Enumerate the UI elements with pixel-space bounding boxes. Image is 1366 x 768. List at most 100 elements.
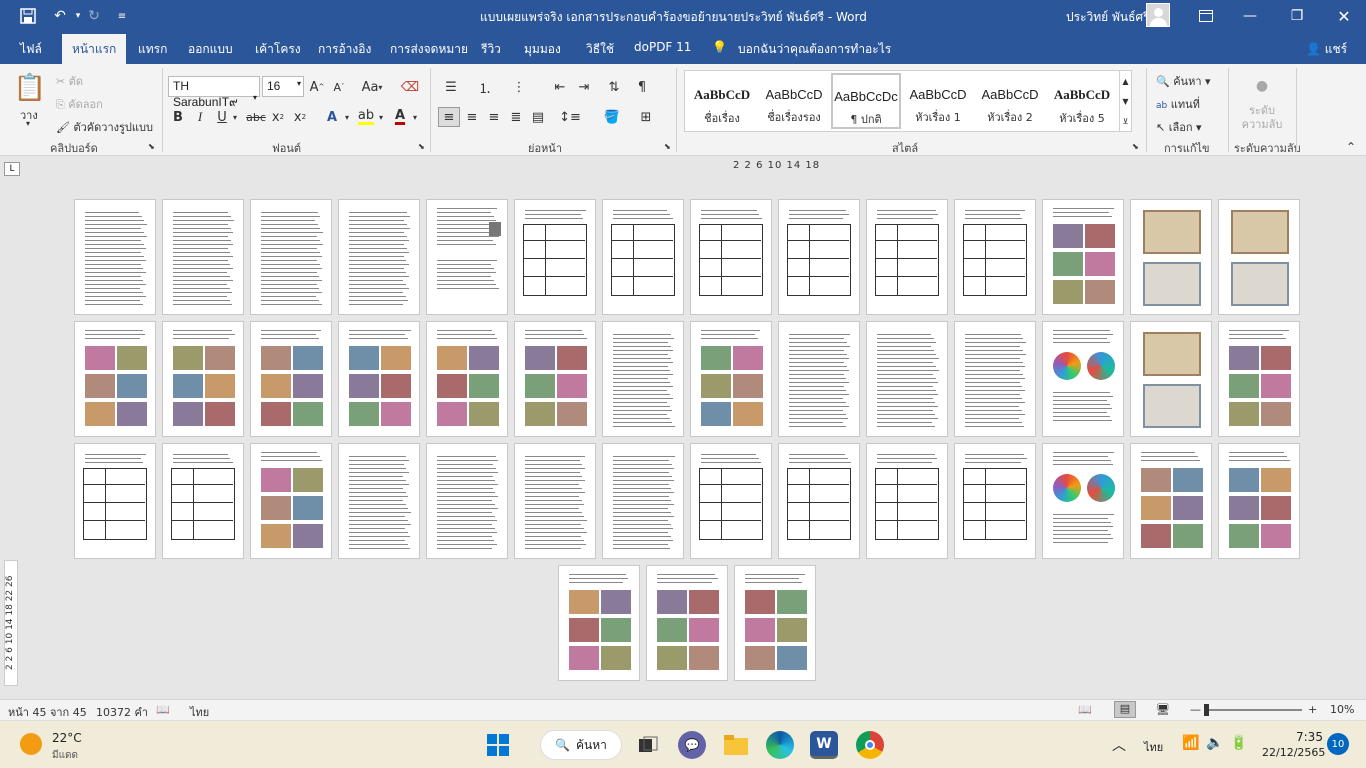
weather-sun-icon[interactable] xyxy=(20,733,42,755)
underline-dropdown-icon[interactable]: ▾ xyxy=(230,108,240,126)
page-thumbnail[interactable] xyxy=(954,199,1036,315)
page-thumbnail[interactable] xyxy=(250,321,332,437)
align-center-icon[interactable]: ≡ xyxy=(462,108,482,126)
page-thumbnail[interactable] xyxy=(162,321,244,437)
page-thumbnail[interactable] xyxy=(690,443,772,559)
paragraph-launcher-icon[interactable]: ⬊ xyxy=(664,142,671,151)
styles-scroll-down-icon[interactable]: ▼ xyxy=(1119,91,1131,111)
sensitivity-button[interactable]: ระดับความลับ xyxy=(1237,104,1287,132)
edge-icon[interactable] xyxy=(766,731,794,759)
superscript-button[interactable]: x2 xyxy=(292,108,308,126)
page-thumbnail[interactable] xyxy=(74,199,156,315)
text-effects-icon[interactable]: A xyxy=(322,108,342,126)
align-right-icon[interactable]: ≡ xyxy=(484,108,504,126)
tab-review[interactable]: รีวิว xyxy=(481,40,501,59)
tab-home[interactable]: หน้าแรก xyxy=(62,34,127,64)
page-thumbnail[interactable] xyxy=(1042,199,1124,315)
justify-icon[interactable]: ≣ xyxy=(506,108,526,126)
line-spacing-icon[interactable]: ↕≡ xyxy=(558,108,582,126)
page-thumbnail[interactable] xyxy=(646,565,728,681)
word-app-icon[interactable]: W xyxy=(810,731,838,759)
chrome-icon[interactable] xyxy=(856,731,884,759)
customize-qat-icon[interactable]: ≡ xyxy=(112,6,132,26)
shading-icon[interactable]: 🪣 xyxy=(600,108,624,126)
vertical-ruler[interactable]: 2 2 6 10 14 18 22 26 xyxy=(4,560,18,686)
style-heading-2[interactable]: AaBbCcD หัวเรื่อง 2 xyxy=(975,73,1045,129)
sort-icon[interactable]: ⇅ xyxy=(604,78,624,96)
paste-dropdown-icon[interactable]: ▾ xyxy=(26,119,30,128)
page-thumbnail[interactable] xyxy=(426,321,508,437)
clock-date[interactable]: 22/12/2565 xyxy=(1262,746,1325,759)
language-indicator[interactable]: ไทย xyxy=(190,703,209,721)
notification-badge[interactable]: 10 xyxy=(1327,733,1349,755)
clear-formatting-icon[interactable]: ⌫ xyxy=(400,78,420,96)
style-title[interactable]: AaBbCcD ชื่อเรื่อง xyxy=(687,73,757,129)
font-size-box[interactable]: 16 ▾ xyxy=(262,76,304,97)
subscript-button[interactable]: x2 xyxy=(270,108,286,126)
input-language[interactable]: ไทย xyxy=(1144,738,1163,756)
start-windows-icon[interactable] xyxy=(484,731,512,759)
font-size-dropdown-icon[interactable]: ▾ xyxy=(297,79,301,88)
styles-scroll-up-icon[interactable]: ▲ xyxy=(1119,71,1131,91)
style-heading-1[interactable]: AaBbCcD หัวเรื่อง 1 xyxy=(903,73,973,129)
tab-references[interactable]: การอ้างอิง xyxy=(318,40,371,59)
page-thumbnail[interactable] xyxy=(426,199,508,315)
chat-icon[interactable]: 💬 xyxy=(678,731,706,759)
show-marks-icon[interactable]: ¶ xyxy=(632,78,652,96)
volume-icon[interactable]: 🔈 xyxy=(1206,735,1223,751)
zoom-slider-thumb[interactable] xyxy=(1204,704,1209,716)
page-thumbnail[interactable] xyxy=(1130,321,1212,437)
tray-overflow-icon[interactable]: ︿ xyxy=(1112,735,1126,755)
text-effects-dropdown-icon[interactable]: ▾ xyxy=(342,108,352,126)
page-thumbnail[interactable] xyxy=(690,321,772,437)
page-thumbnail[interactable] xyxy=(778,443,860,559)
page-thumbnail[interactable] xyxy=(1130,199,1212,315)
tab-mailings[interactable]: การส่งจดหมาย xyxy=(390,40,468,59)
page-thumbnail[interactable] xyxy=(338,321,420,437)
word-count[interactable]: 10372 คำ xyxy=(96,703,148,721)
styles-launcher-icon[interactable]: ⬊ xyxy=(1132,142,1139,151)
distributed-icon[interactable]: ▤ xyxy=(528,108,548,126)
page-thumbnail[interactable] xyxy=(602,443,684,559)
font-color-dropdown-icon[interactable]: ▾ xyxy=(410,108,420,126)
page-thumbnail[interactable] xyxy=(602,199,684,315)
page-thumbnail[interactable] xyxy=(426,443,508,559)
format-painter-button[interactable]: 🖌 ตัวคัดวางรูปแบบ xyxy=(56,118,153,136)
page-thumbnail[interactable] xyxy=(1218,199,1300,315)
share-button[interactable]: 👤 แชร์ xyxy=(1306,40,1347,59)
page-thumbnail[interactable] xyxy=(1042,321,1124,437)
tab-insert[interactable]: แทรก xyxy=(138,40,167,59)
page-thumbnail[interactable] xyxy=(514,321,596,437)
align-left-icon[interactable]: ≡ xyxy=(438,107,460,127)
font-color-icon[interactable]: A xyxy=(390,108,410,126)
page-thumbnail[interactable] xyxy=(514,199,596,315)
styles-more-icon[interactable]: ⊻ xyxy=(1119,111,1131,131)
close-icon[interactable]: ✕ xyxy=(1334,6,1354,26)
select-button[interactable]: ↖ เลือก ▾ xyxy=(1156,118,1202,136)
save-icon[interactable] xyxy=(18,6,38,26)
restore-icon[interactable]: ❐ xyxy=(1287,6,1307,26)
user-name[interactable]: ประวิทย์ พันธ์ศรี xyxy=(1066,8,1150,27)
horizontal-ruler[interactable]: 2 2 6 10 14 18 xyxy=(733,160,820,171)
page-thumbnail[interactable] xyxy=(1130,443,1212,559)
page-thumbnail[interactable] xyxy=(954,321,1036,437)
redo-icon[interactable]: ↻ xyxy=(84,6,104,26)
page-thumbnail[interactable] xyxy=(778,321,860,437)
tab-help[interactable]: วิธีใช้ xyxy=(586,40,614,59)
page-thumbnail[interactable] xyxy=(690,199,772,315)
clock-time[interactable]: 7:35 xyxy=(1296,730,1323,744)
decrease-indent-icon[interactable]: ⇤ xyxy=(550,78,570,96)
tab-design[interactable]: ออกแบบ xyxy=(188,40,233,59)
battery-icon[interactable]: 🔋 xyxy=(1230,735,1247,751)
shrink-font-icon[interactable]: Aˇ xyxy=(331,78,347,96)
page-thumbnail[interactable] xyxy=(778,199,860,315)
page-thumbnail[interactable] xyxy=(74,443,156,559)
page-thumbnail[interactable] xyxy=(250,443,332,559)
ribbon-display-icon[interactable] xyxy=(1196,6,1216,26)
page-thumbnail[interactable] xyxy=(954,443,1036,559)
font-name-dropdown-icon[interactable]: ▾ xyxy=(253,93,257,102)
page-thumbnail[interactable] xyxy=(558,565,640,681)
tell-me-box[interactable]: บอกฉันว่าคุณต้องการทำอะไร xyxy=(738,40,891,59)
bullets-icon[interactable]: ☰ xyxy=(440,78,462,96)
page-thumbnail[interactable] xyxy=(514,443,596,559)
